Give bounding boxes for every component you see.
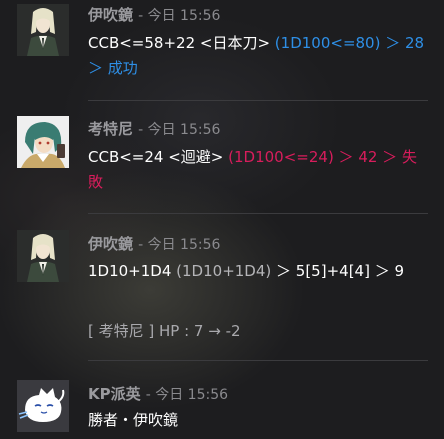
- courtney-avatar-icon[interactable]: [17, 116, 69, 168]
- message-author[interactable]: KP派英: [88, 385, 141, 403]
- dice-result: (1D100<=80) ＞ 28: [274, 34, 425, 52]
- dice-result: (1D100<=24) ＞ 42 ＞ 失: [228, 148, 417, 166]
- message-divider: [88, 360, 428, 361]
- dice-command: 1D10+1D4: [88, 262, 177, 280]
- message-timestamp: - 今日 15:56: [138, 122, 221, 138]
- dice-command: CCB<=58+22 <日本刀>: [88, 34, 275, 52]
- dice-result-outcome: 敗: [88, 173, 104, 191]
- message-body-continued: 敗: [88, 169, 103, 195]
- hp-change-text: [ 考特尼 ] HP : 7 → -2: [88, 322, 241, 340]
- message-body-continued: ＞ 成功: [88, 55, 138, 81]
- message-timestamp: - 今日 15:56: [138, 237, 221, 253]
- message-author[interactable]: 伊吹鏡: [88, 235, 133, 253]
- message-body: CCB<=24 <迴避> (1D100<=24) ＞ 42 ＞ 失: [88, 144, 417, 170]
- message-body: 勝者・伊吹鏡: [88, 411, 179, 429]
- dice-result-outcome: ＞ 成功: [88, 59, 138, 77]
- ibuki-avatar-icon[interactable]: [17, 230, 69, 282]
- kp-cat-avatar-icon[interactable]: [17, 380, 69, 432]
- message-author[interactable]: 考特尼: [88, 120, 133, 138]
- chat-log[interactable]: 伊吹鏡 - 今日 15:56 CCB<=58+22 <日本刀> (1D100<=…: [0, 0, 444, 439]
- dice-command: CCB<=24 <迴避>: [88, 148, 229, 166]
- ibuki-avatar-icon[interactable]: [17, 4, 69, 56]
- message-timestamp: - 今日 15:56: [145, 387, 229, 403]
- message-body: CCB<=58+22 <日本刀> (1D100<=80) ＞ 28: [88, 30, 424, 56]
- dice-result: ＞ 5[5]+4[4] ＞ 9: [271, 262, 405, 280]
- message-divider: [88, 100, 428, 101]
- message-timestamp: - 今日 15:56: [138, 8, 221, 24]
- message-body: 1D10+1D4 (1D10+1D4) ＞ 5[5]+4[4] ＞ 9: [88, 258, 404, 284]
- dice-formula: (1D10+1D4): [176, 262, 272, 280]
- message-author[interactable]: 伊吹鏡: [88, 6, 133, 24]
- message-divider: [88, 213, 428, 214]
